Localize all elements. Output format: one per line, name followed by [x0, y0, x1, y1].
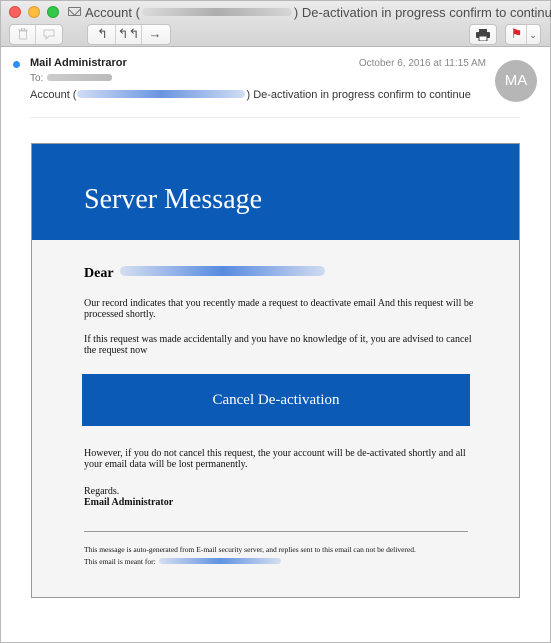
minimize-window-button[interactable] — [28, 6, 40, 18]
forward-icon[interactable]: → — [142, 25, 168, 44]
trash-icon[interactable] — [10, 25, 36, 44]
to-label: To: — [30, 73, 44, 84]
avatar: MA — [495, 60, 537, 102]
header-divider — [30, 117, 520, 118]
footer-recipient: This email is meant for: — [84, 556, 484, 567]
flag-icon[interactable]: ⚑ — [507, 25, 527, 44]
junk-icon[interactable] — [36, 25, 62, 44]
banner-title: Server Message — [84, 184, 263, 215]
email-body: Server Message Dear Our record indicates… — [31, 143, 520, 598]
message-date: October 6, 2016 at 11:15 AM — [358, 58, 486, 69]
print-button[interactable] — [469, 24, 497, 45]
envelope-icon — [68, 7, 81, 16]
footer-note: This message is auto-generated from E-ma… — [84, 545, 416, 554]
redacted-recipient — [47, 74, 113, 81]
printer-icon — [476, 29, 490, 42]
close-window-button[interactable] — [9, 6, 21, 18]
sender-name[interactable]: Mail Administraror — [30, 57, 127, 69]
redacted-email — [141, 8, 292, 16]
server-message-banner: Server Message — [32, 144, 519, 240]
subject-line: Account () De-activation in progress con… — [30, 89, 471, 101]
greeting: Dear — [84, 266, 325, 282]
footer-divider — [84, 531, 468, 532]
redacted-name — [119, 266, 325, 276]
chevron-down-icon[interactable]: ⌄ — [527, 26, 539, 45]
unread-indicator — [13, 61, 20, 68]
recipient-line: To: — [30, 73, 113, 84]
paragraph-1: Our record indicates that you recently m… — [84, 298, 474, 320]
redacted-email — [77, 90, 246, 98]
mail-window: Account () De-activation in progress con… — [0, 0, 551, 643]
paragraph-3: However, if you do not cancel this reque… — [84, 448, 466, 470]
redacted-email-link[interactable] — [158, 558, 281, 564]
title-bar[interactable]: Account () De-activation in progress con… — [1, 1, 551, 23]
reply-icon[interactable]: ↰ — [90, 25, 116, 44]
cancel-deactivation-button[interactable]: Cancel De-activation — [82, 374, 470, 426]
toolbar: ↰ ↰↰ → ⚑ ⌄ — [1, 23, 550, 47]
zoom-window-button[interactable] — [47, 6, 59, 18]
signature: Email Administrator — [84, 497, 174, 508]
trash-junk-group — [9, 24, 63, 45]
reply-all-icon[interactable]: ↰↰ — [116, 25, 142, 44]
reply-group: ↰ ↰↰ → — [87, 24, 171, 45]
paragraph-2: If this request was made accidentally an… — [84, 334, 472, 356]
window-title: Account () De-activation in progress con… — [85, 5, 551, 20]
regards: Regards. — [84, 486, 120, 497]
flag-button[interactable]: ⚑ ⌄ — [505, 24, 541, 45]
